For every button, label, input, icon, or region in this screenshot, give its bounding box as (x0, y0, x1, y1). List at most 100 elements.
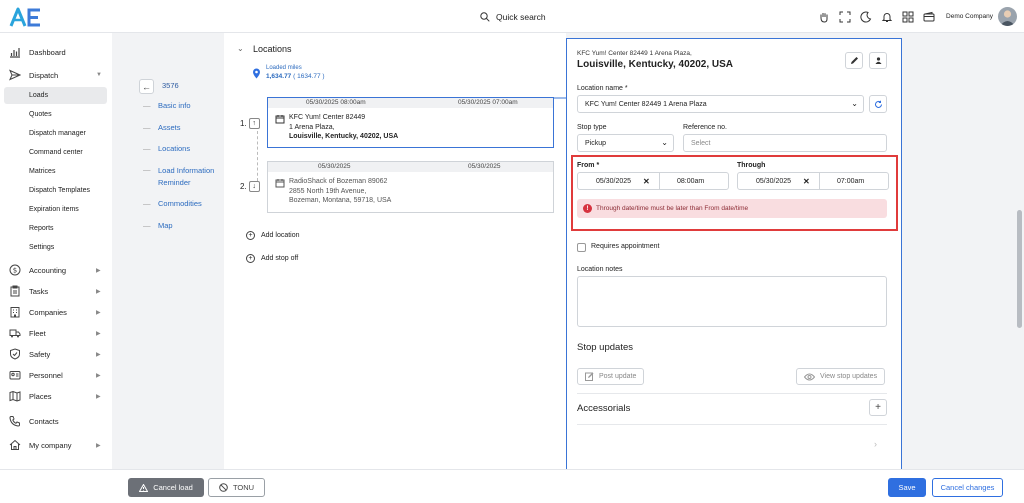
wallet-icon[interactable] (923, 11, 935, 23)
stop-number-label: 1. (240, 119, 247, 128)
sidebar-item-tasks[interactable]: Tasks ▶ (0, 282, 112, 300)
section-divider (577, 424, 887, 425)
reference-no-input[interactable]: Select (683, 134, 887, 152)
add-location-button[interactable]: + Add location (246, 231, 300, 240)
stop-card[interactable]: 05/30/2025 05/30/2025 RadioShack of Boze… (267, 161, 554, 213)
plus-circle-icon: + (246, 231, 255, 240)
sidebar-item-companies[interactable]: Companies ▶ (0, 303, 112, 321)
app-logo[interactable] (9, 6, 43, 28)
subnav-map[interactable]: — Map (143, 221, 173, 230)
chevron-right-icon: ▶ (96, 288, 101, 295)
contacts-button[interactable] (869, 52, 887, 69)
add-stop-off-button[interactable]: + Add stop off (246, 254, 298, 263)
location-name-label: Location name * (577, 85, 628, 92)
from-datetime-input[interactable]: 05/30/2025 ✕ 08:00am (577, 172, 729, 190)
quick-search[interactable]: Quick search (480, 10, 546, 24)
view-stop-updates-button[interactable]: View stop updates (796, 368, 886, 385)
stop-card[interactable]: 05/30/2025 08:00am 05/30/2025 07:00am KF… (267, 97, 554, 148)
add-accessorial-button[interactable]: + (869, 399, 887, 416)
edit-button[interactable] (845, 52, 863, 69)
cancel-load-button[interactable]: Cancel load (128, 478, 204, 497)
sidebar-item-safety[interactable]: Safety ▶ (0, 345, 112, 363)
save-button[interactable]: Save (888, 478, 926, 497)
sidebar-item-fleet[interactable]: Fleet ▶ (0, 324, 112, 342)
subnav-label: Reminder (158, 178, 191, 187)
stop-updates-title: Stop updates (577, 342, 633, 353)
moon-icon[interactable] (860, 11, 872, 23)
section-divider (577, 393, 887, 394)
sidebar-item-label: Dashboard (29, 47, 66, 57)
refresh-button[interactable] (869, 95, 887, 113)
avatar[interactable] (998, 7, 1017, 26)
sidebar-item-label: Places (29, 391, 52, 401)
sidebar-item-dispatch[interactable]: Dispatch ▼ (0, 66, 112, 84)
edit-note-icon (585, 372, 594, 381)
sidebar-item-label: Dispatch (29, 70, 59, 80)
through-datetime-input[interactable]: 05/30/2025 ✕ 07:00am (737, 172, 889, 190)
chevron-right-icon: ▶ (96, 309, 101, 316)
post-update-button[interactable]: Post update (577, 368, 645, 385)
tonu-button[interactable]: TONU (208, 478, 265, 497)
chevron-right-icon[interactable]: › (874, 439, 877, 449)
sidebar-subitem-dispatch-manager[interactable]: Dispatch manager (4, 125, 107, 142)
requires-appointment-label: Requires appointment (591, 243, 660, 250)
locations-title: Locations (253, 44, 292, 54)
send-icon (9, 69, 21, 81)
subnav-assets[interactable]: — Assets (143, 123, 181, 132)
map-icon (9, 390, 21, 402)
subnav-commodities[interactable]: — Commodities (143, 199, 202, 208)
chevron-down-icon: ⌄ (851, 99, 858, 108)
location-name-select[interactable]: KFC Yum! Center 82449 1 Arena Plaza ⌄ (577, 95, 864, 113)
sidebar-subitem-matrices[interactable]: Matrices (4, 163, 107, 180)
bell-icon[interactable] (881, 11, 893, 23)
hand-icon[interactable] (818, 11, 830, 23)
stop-number-2[interactable]: 2. ↓ (240, 181, 260, 192)
sidebar-subitem-loads[interactable]: Loads (4, 87, 107, 104)
sidebar-item-personnel[interactable]: Personnel ▶ (0, 366, 112, 384)
sidebar-subitem-settings[interactable]: Settings (4, 239, 107, 256)
fullscreen-icon[interactable] (839, 11, 851, 23)
subnav-locations[interactable]: — Locations (143, 144, 190, 153)
stop-date-bar: 05/30/2025 05/30/2025 (268, 162, 553, 172)
top-bar: Quick search Demo Company (0, 0, 1024, 33)
stop-city-text: Louisville, Kentucky, 40202, USA (289, 133, 399, 140)
scrollbar-thumb[interactable] (1017, 210, 1022, 328)
chevron-right-icon: ▶ (96, 267, 101, 274)
stop-date-bar: 05/30/2025 08:00am 05/30/2025 07:00am (268, 98, 553, 108)
stop-number-label: 2. (240, 182, 247, 191)
sidebar-item-label: Accounting (29, 265, 67, 275)
sidebar-item-contacts[interactable]: Contacts (0, 412, 112, 430)
subnav-load-information-reminder[interactable]: — Load Information Reminder (143, 165, 214, 189)
stop-date-to: 05/30/2025 07:00am (458, 99, 518, 106)
sidebar-subitem-dispatch-templates[interactable]: Dispatch Templates (4, 182, 107, 199)
company-name[interactable]: Demo Company (946, 13, 993, 20)
location-notes-textarea[interactable] (577, 276, 887, 327)
stop-type-select[interactable]: Pickup ⌄ (577, 134, 674, 152)
stop-number-1[interactable]: 1. ↑ (240, 118, 260, 129)
pencil-icon (850, 57, 858, 64)
stop-street: 2855 North 19th Avenue, (289, 187, 367, 195)
clear-from-date-icon[interactable]: ✕ (643, 177, 650, 186)
sidebar-item-my-company[interactable]: My company ▶ (0, 436, 112, 454)
sidebar-item-dashboard[interactable]: Dashboard (0, 43, 112, 61)
subnav-basic-info[interactable]: — Basic info (143, 101, 191, 110)
sidebar-subitem-reports[interactable]: Reports (4, 220, 107, 237)
cancel-changes-button[interactable]: Cancel changes (932, 478, 1003, 497)
sidebar-subitem-quotes[interactable]: Quotes (4, 106, 107, 123)
sidebar-item-accounting[interactable]: $ Accounting ▶ (0, 261, 112, 279)
shield-icon (10, 348, 20, 360)
dash-marker: — (143, 101, 151, 110)
back-button[interactable]: ← (139, 79, 154, 94)
clear-through-date-icon[interactable]: ✕ (803, 177, 810, 186)
location-notes-label: Location notes (577, 266, 623, 273)
requires-appointment-checkbox[interactable] (577, 243, 586, 252)
chevron-down-icon[interactable]: ⌄ (237, 44, 244, 53)
through-date: 05/30/2025 (756, 177, 792, 185)
sidebar-subitem-command-center[interactable]: Command center (4, 144, 107, 161)
svg-text:$: $ (13, 267, 17, 275)
arrow-up-icon: ↑ (248, 118, 260, 129)
sidebar-subitem-expiration-items[interactable]: Expiration items (4, 201, 107, 218)
apps-grid-icon[interactable] (902, 11, 914, 23)
sidebar-item-places[interactable]: Places ▶ (0, 387, 112, 405)
calendar-icon (275, 115, 285, 124)
